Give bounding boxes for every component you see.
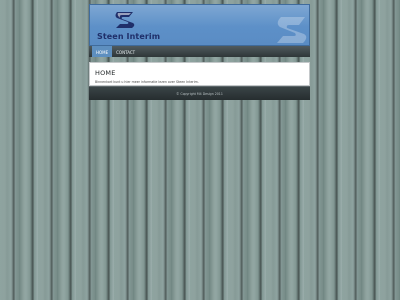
content-text: Binnenkort kunt u hier meer informatie l… [95, 80, 199, 84]
nav-item-contact[interactable]: CONTACT [112, 46, 139, 57]
watermark-logo-icon [277, 17, 307, 43]
footer: © Copyright M4 Design 2011 [89, 86, 310, 100]
header-banner: Steen Interim [89, 4, 310, 46]
nav-item-home[interactable]: HOME [92, 46, 113, 57]
page-title: HOME [95, 69, 116, 77]
site-container: Steen Interim HOME CONTACT HOME Binnenko… [89, 4, 310, 100]
content-panel: HOME Binnenkort kunt u hier meer informa… [89, 62, 310, 86]
copyright-text: © Copyright M4 Design 2011 [176, 91, 223, 96]
main-nav: HOME CONTACT [89, 46, 310, 57]
brand-name: Steen Interim [97, 32, 161, 41]
logo-icon [115, 12, 135, 28]
